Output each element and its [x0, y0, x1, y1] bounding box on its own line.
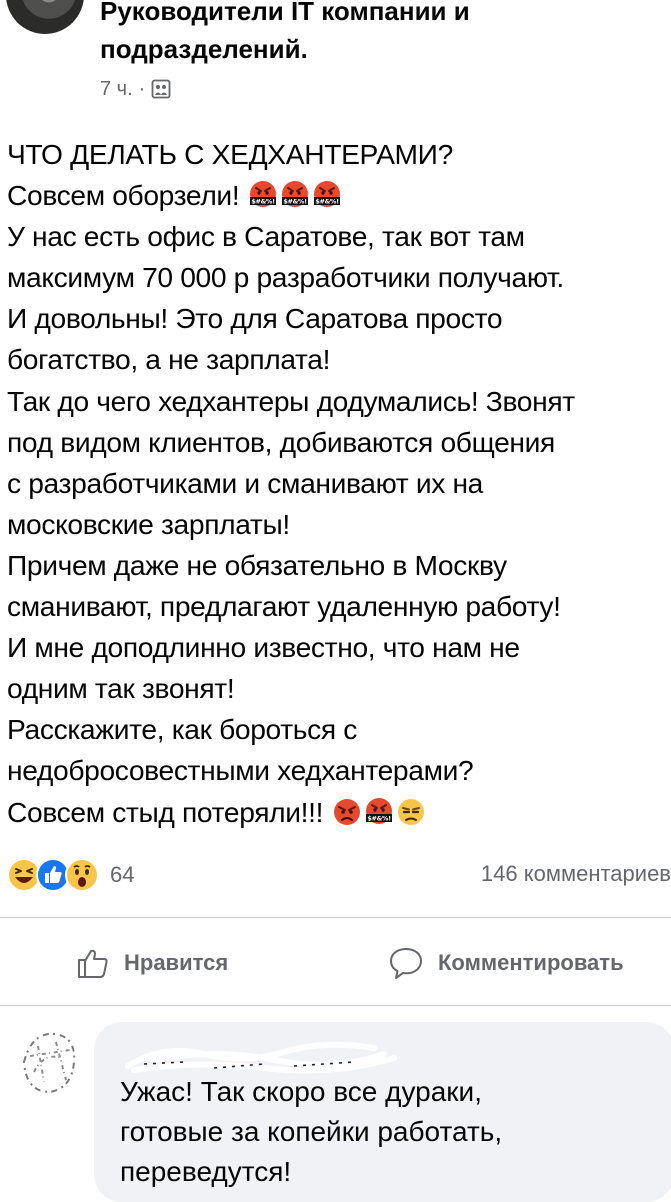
post-time[interactable]: 7 ч. [100, 78, 133, 101]
post-line-with-emoji: Совсем оборзели! [7, 175, 671, 216]
post-line: У нас есть офис в Саратове, так вот там [7, 220, 525, 253]
post-line: максимум 70 000 р разработчики получают. [7, 261, 564, 294]
thumbs-up-icon [78, 949, 108, 978]
post-line: И довольны! Это для Саратова просто [7, 302, 503, 335]
reaction-count: 64 [110, 862, 135, 887]
group-avatar[interactable] [6, 0, 84, 34]
post-line: Совсем стыд потеряли!!! [7, 795, 324, 828]
comment-line: Ужас! Так скоро все дураки, [120, 1076, 482, 1107]
cursing-face-emoji [280, 180, 309, 209]
post-line: ЧТО ДЕЛАТЬ С ХЕДХАНТЕРАМИ? [7, 138, 453, 170]
pouting-face-emoji [332, 797, 361, 826]
post-body: ЧТО ДЕЛАТЬ С ХЕДХАНТЕРАМИ? Совсем оборзе… [7, 134, 671, 833]
comment-label: Комментировать [438, 950, 624, 975]
unamused-face-emoji [396, 797, 425, 826]
post-line: под видом клиентов, добиваются общения [7, 425, 555, 458]
comments-count[interactable]: 146 комментариев [481, 861, 671, 887]
post-line: московские зарплаты! [7, 507, 290, 540]
group-name-line-1: Руководители IT компании и [100, 0, 470, 26]
group-name[interactable]: Руководители IT компании и подразделений… [100, 0, 620, 68]
wow-reaction-icon [65, 858, 99, 892]
like-label: Нравится [124, 950, 229, 975]
post-line: богатство, а не зарплата! [7, 343, 331, 376]
comment-line: переведутся! [120, 1156, 292, 1187]
post-line: с разработчиками и сманивают их на [7, 466, 484, 499]
redacted-author-name [124, 1040, 399, 1074]
post-line: сманивают, предлагают удаленную работу! [7, 590, 561, 623]
comment-button[interactable]: Комментировать [388, 940, 624, 986]
meta-separator: · [138, 77, 146, 100]
like-button[interactable]: Нравится [76, 940, 228, 986]
cursing-face-emoji [248, 180, 277, 209]
post-line: Совсем оборзели! [7, 179, 240, 212]
post-meta: 7 ч. · [100, 76, 171, 102]
group-name-line-2: подразделений. [100, 34, 308, 64]
post-line: недобросовестными хедхантерами? [7, 754, 474, 787]
comment-text: Ужас! Так скоро все дураки, готовые за к… [120, 1072, 660, 1192]
post-line: И мне доподлинно известно, что нам не [7, 631, 520, 664]
divider-top [0, 917, 671, 918]
comment-bubble: Ужас! Так скоро все дураки, готовые за к… [94, 1022, 671, 1202]
comment-line: готовые за копейки работать, [120, 1116, 503, 1147]
post-line-with-emoji: Совсем стыд потеряли!!! [7, 792, 671, 833]
post-line: Причем даже не обязательно в Москву [7, 548, 507, 581]
divider-bottom [0, 1005, 671, 1006]
cursing-face-emoji [312, 180, 341, 209]
commenter-avatar[interactable] [14, 1022, 84, 1100]
cursing-face-emoji [364, 796, 393, 825]
post-line: одним так звонят! [7, 672, 235, 705]
comment-bubble-icon [390, 948, 422, 979]
post-line: Расскажите, как бороться с [7, 713, 358, 746]
post-line: Так до чего хедхантеры додумались! Звоня… [7, 384, 575, 417]
reactions-summary[interactable]: 64 [7, 856, 134, 894]
group-privacy-icon[interactable] [151, 79, 171, 99]
